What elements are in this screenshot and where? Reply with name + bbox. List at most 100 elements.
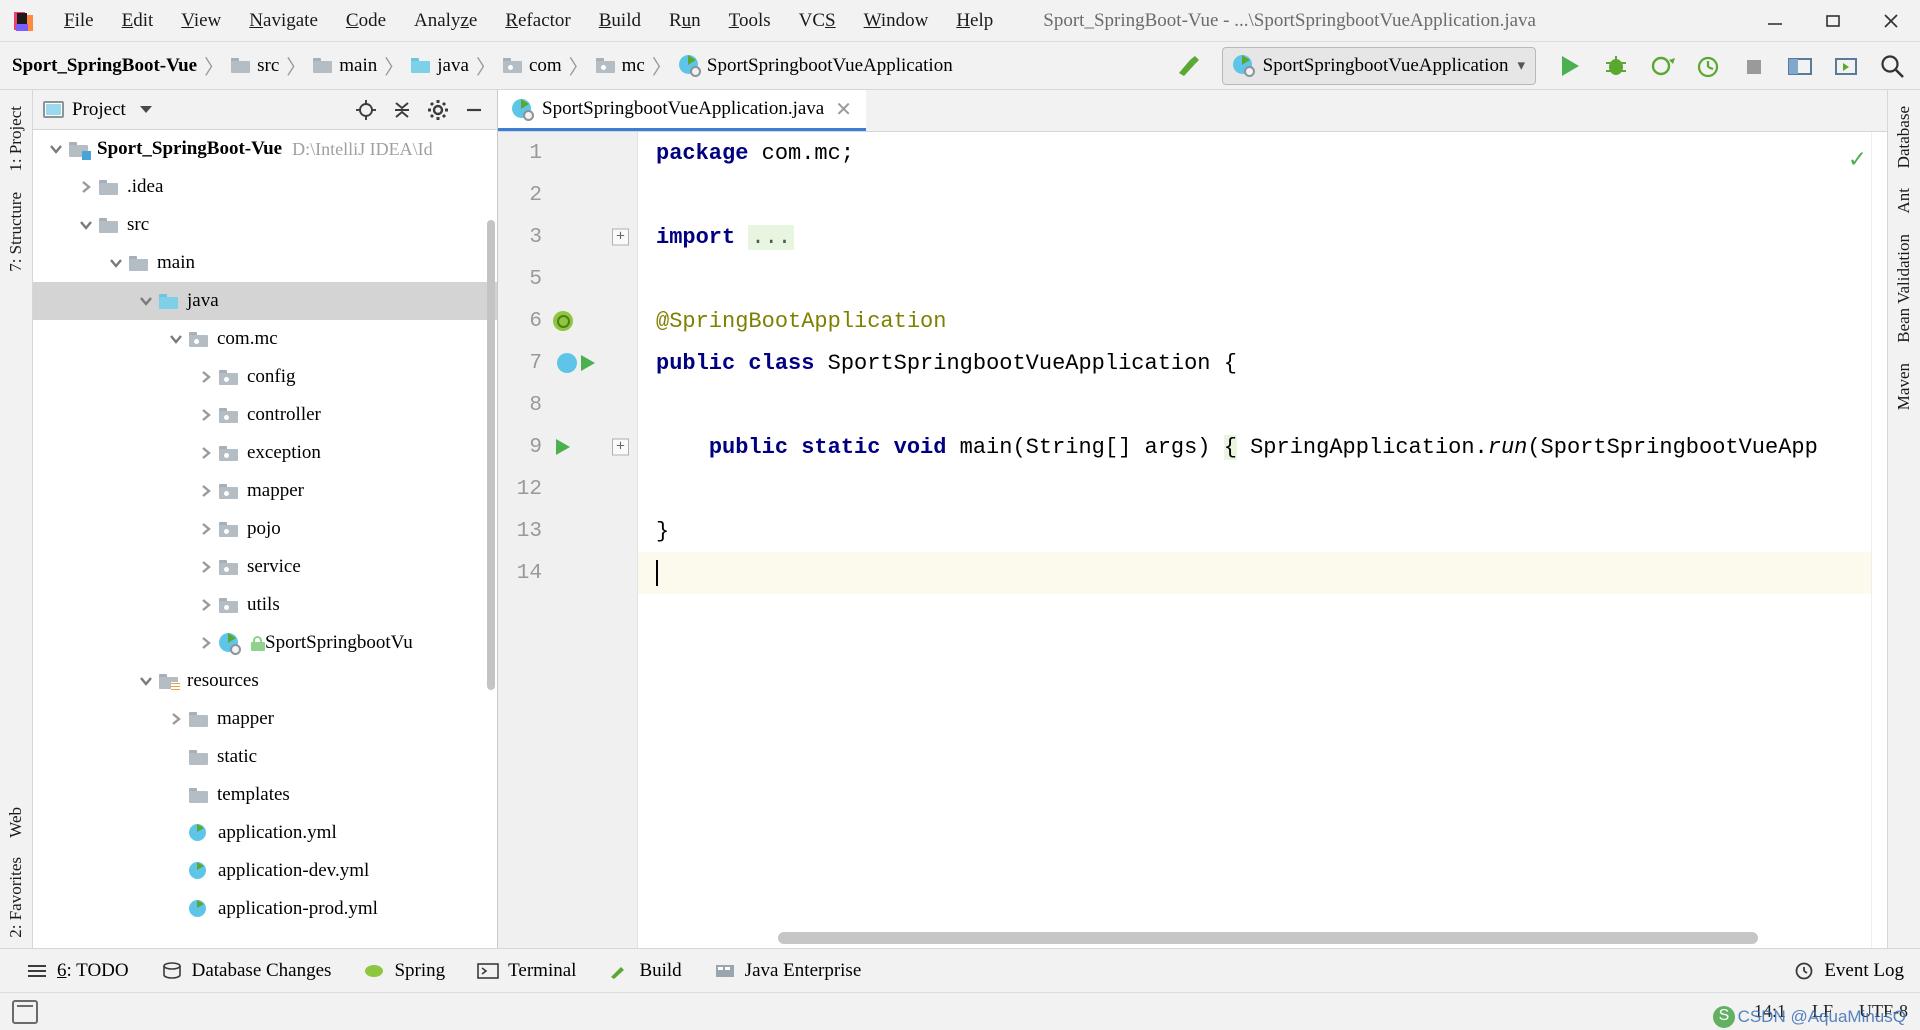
code-line[interactable]: } — [638, 510, 1887, 552]
tool-window-tab-2-favorites[interactable]: 2: Favorites — [0, 847, 32, 948]
code-editor[interactable]: 1 2 3 +5 6 7 8 9 +12 13 14 ✓ package com.mc; import… — [498, 132, 1887, 948]
code-line[interactable]: import ... — [638, 216, 1887, 258]
tree-node[interactable]: application-prod.yml — [33, 890, 497, 928]
code-line[interactable] — [638, 552, 1887, 594]
tree-node[interactable]: com.mc — [33, 320, 497, 358]
tree-node[interactable]: Sport_SpringBoot-Vue D:\IntelliJ IDEA\Id — [33, 130, 497, 168]
close-icon[interactable] — [1862, 0, 1920, 42]
chevron-right-icon[interactable] — [195, 404, 217, 426]
menu-item-view[interactable]: View — [167, 6, 235, 36]
tree-node[interactable]: service — [33, 548, 497, 586]
chevron-right-icon[interactable] — [195, 480, 217, 502]
tool-window-tab-web[interactable]: Web — [0, 797, 32, 848]
code-line[interactable] — [638, 468, 1887, 510]
tree-node[interactable]: pojo — [33, 510, 497, 548]
spring-run-gutter-icon[interactable] — [548, 353, 604, 373]
menu-item-refactor[interactable]: Refactor — [491, 6, 584, 36]
chevron-down-icon[interactable] — [165, 328, 187, 350]
editor-vertical-scrollbar[interactable] — [1871, 132, 1887, 948]
tree-node[interactable]: main — [33, 244, 497, 282]
stop-button[interactable] — [1732, 46, 1776, 86]
run-gutter-icon[interactable] — [548, 439, 578, 455]
tree-node[interactable]: templates — [33, 776, 497, 814]
close-icon[interactable]: ✕ — [833, 97, 854, 122]
tool-window-button-database-changes[interactable]: Database Changes — [145, 954, 348, 988]
tree-node[interactable]: src — [33, 206, 497, 244]
editor-code[interactable]: ✓ package com.mc; import ... @SpringBootAp… — [638, 132, 1887, 948]
menu-item-help[interactable]: Help — [942, 6, 1007, 36]
tree-scrollbar[interactable] — [487, 220, 495, 690]
tool-window-tab-database[interactable]: Database — [1888, 96, 1920, 178]
chevron-right-icon[interactable] — [195, 366, 217, 388]
editor-tab[interactable]: SportSpringbootVueApplication.java ✕ — [498, 90, 867, 131]
editor-horizontal-scrollbar[interactable] — [778, 932, 1758, 944]
fold-expand-icon[interactable]: + — [612, 228, 629, 246]
code-line[interactable]: public static void main(String[] args) {… — [638, 426, 1887, 468]
tree-node[interactable]: application.yml — [33, 814, 497, 852]
debug-button[interactable] — [1594, 46, 1638, 86]
tree-node[interactable]: exception — [33, 434, 497, 472]
menu-item-window[interactable]: Window — [850, 6, 943, 36]
tool-window-tab-maven[interactable]: Maven — [1888, 353, 1920, 420]
chevron-right-icon[interactable] — [195, 442, 217, 464]
breadcrumb-item-src[interactable]: src — [227, 53, 283, 79]
tool-window-button-6-todo[interactable]: 6: TODO — [10, 954, 145, 988]
breadcrumb-item-com[interactable]: com — [499, 53, 566, 79]
fold-expand-icon[interactable]: + — [612, 438, 629, 456]
tool-window-button-terminal[interactable]: Terminal — [461, 954, 592, 988]
code-line[interactable] — [638, 384, 1887, 426]
run-with-coverage-button[interactable] — [1640, 46, 1684, 86]
chevron-right-icon[interactable] — [195, 632, 217, 654]
hide-icon[interactable] — [457, 94, 491, 126]
build-icon[interactable] — [1166, 46, 1210, 86]
tree-node[interactable]: mapper — [33, 472, 497, 510]
chevron-down-icon[interactable] — [135, 670, 157, 692]
tree-node[interactable]: static — [33, 738, 497, 776]
maximize-icon[interactable] — [1804, 0, 1862, 42]
menu-item-tools[interactable]: Tools — [715, 6, 785, 36]
tool-window-tab-7-structure[interactable]: 7: Structure — [0, 182, 32, 282]
tree-node[interactable]: utils — [33, 586, 497, 624]
code-line[interactable]: @SpringBootApplication — [638, 300, 1887, 342]
editor-gutter[interactable]: 1 2 3 +5 6 7 8 9 +12 13 14 — [498, 132, 638, 948]
tree-node[interactable]: resources — [33, 662, 497, 700]
chevron-down-icon[interactable] — [105, 252, 127, 274]
settings-icon[interactable] — [421, 94, 455, 126]
chevron-down-icon[interactable] — [75, 214, 97, 236]
toggle-toolbar-icon[interactable] — [12, 999, 38, 1024]
search-everywhere-button[interactable] — [1870, 46, 1914, 86]
tree-node[interactable]: application-dev.yml — [33, 852, 497, 890]
spring-bean-gutter-icon[interactable] — [548, 311, 578, 331]
profile-button[interactable] — [1686, 46, 1730, 86]
select-opened-file-button[interactable] — [1824, 46, 1868, 86]
chevron-right-icon[interactable] — [75, 176, 97, 198]
chevron-right-icon[interactable] — [195, 594, 217, 616]
code-line[interactable] — [638, 258, 1887, 300]
menu-item-navigate[interactable]: Navigate — [235, 6, 332, 36]
code-line[interactable] — [638, 174, 1887, 216]
tool-window-button-build[interactable]: Build — [592, 954, 697, 988]
breadcrumb-item-java[interactable]: java — [407, 53, 473, 79]
menu-item-edit[interactable]: Edit — [108, 6, 168, 36]
project-tree[interactable]: Sport_SpringBoot-Vue D:\IntelliJ IDEA\Id.… — [33, 130, 497, 948]
tree-node[interactable]: config — [33, 358, 497, 396]
run-configuration-selector[interactable]: SportSpringbootVueApplication ▾ — [1221, 46, 1536, 85]
code-line[interactable]: package com.mc; — [638, 132, 1887, 174]
tool-window-button-java-enterprise[interactable]: Java Enterprise — [698, 954, 878, 988]
menu-item-file[interactable]: File — [50, 6, 108, 36]
chevron-down-icon[interactable] — [139, 106, 152, 113]
locate-icon[interactable] — [349, 94, 383, 126]
update-project-button[interactable] — [1778, 46, 1822, 86]
menu-item-analyze[interactable]: Analyze — [400, 6, 491, 36]
tool-window-button-spring[interactable]: Spring — [347, 954, 461, 988]
chevron-down-icon[interactable] — [135, 290, 157, 312]
chevron-right-icon[interactable] — [165, 708, 187, 730]
tree-node[interactable]: mapper — [33, 700, 497, 738]
tool-window-tab-1-project[interactable]: 1: Project — [0, 96, 32, 182]
tree-node[interactable]: SportSpringbootVu — [33, 624, 497, 662]
breadcrumb-item-main[interactable]: main — [309, 53, 381, 79]
menu-item-vcs[interactable]: VCS — [785, 6, 850, 36]
minimize-icon[interactable] — [1746, 0, 1804, 42]
tool-window-tab-bean-validation[interactable]: Bean Validation — [1888, 224, 1920, 353]
menu-item-build[interactable]: Build — [585, 6, 655, 36]
